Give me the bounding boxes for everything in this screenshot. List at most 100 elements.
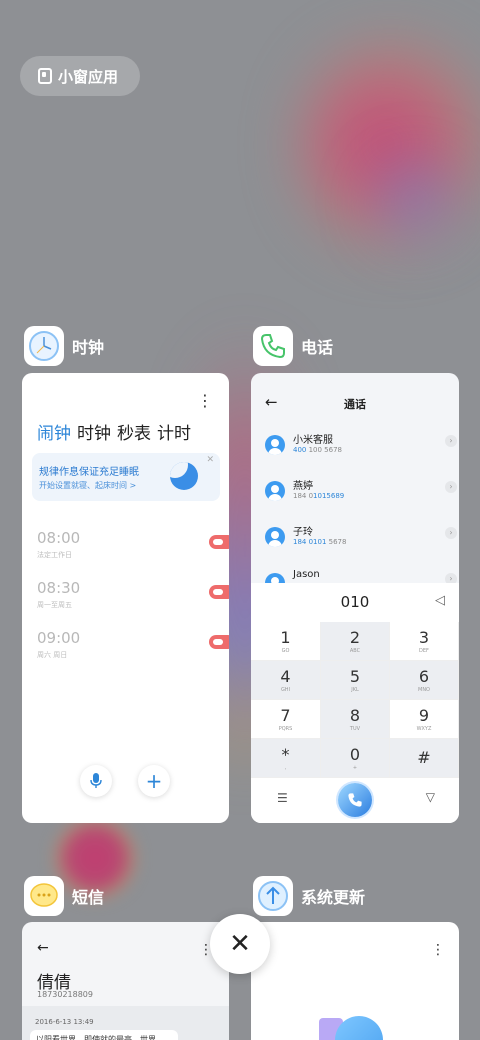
mini-window-button[interactable]: 小窗应用 [20, 56, 140, 96]
dial-key[interactable]: 2 ABC [321, 622, 390, 661]
app-name: 时钟 [72, 338, 105, 357]
dial-key-letters: JKL [351, 687, 359, 693]
app-header-update[interactable]: 系统更新 [253, 876, 365, 916]
dial-key[interactable]: *, [251, 739, 321, 778]
call-button[interactable] [338, 783, 372, 817]
alarm-item[interactable]: 09:00 周六 周日 [37, 629, 229, 660]
alarm-toggle[interactable] [209, 635, 229, 649]
moon-icon [170, 462, 198, 490]
avatar [265, 481, 285, 501]
dial-key[interactable]: # [390, 739, 459, 778]
clock-tabs: 闹钟 时钟 秒表 计时 [37, 419, 191, 444]
dial-key-digit: 0 [349, 745, 361, 764]
dial-key-digit: 9 [418, 706, 430, 725]
alarm-repeat: 周六 周日 [37, 651, 68, 659]
dial-key-letters: WXYZ [416, 726, 432, 732]
chevron-right-icon[interactable]: › [445, 435, 457, 447]
mini-window-label: 小窗应用 [58, 67, 119, 86]
chevron-right-icon[interactable]: › [445, 527, 457, 539]
dial-key-letters: PQRS [278, 726, 293, 732]
contact-number: 400 100 5678 [293, 446, 343, 454]
banner-subtitle: 开始设置就寝、起床时间 > [39, 481, 137, 490]
sleep-banner[interactable]: 规律作息保证充足睡眠 开始设置就寝、起床时间 > ✕ [32, 453, 220, 501]
dial-keys: 1 GO 2 ABC 3 DEF 4 GHI 5 JKL 6 MNO 7 PQRS 8 TUV 9 WXYZ *, 0… [251, 622, 459, 778]
contact-name: 子玲 [293, 527, 313, 538]
dial-key-letters: MNO [418, 687, 430, 693]
app-card-clock[interactable]: ⋮ 闹钟 时钟 秒表 计时 规律作息保证充足睡眠 开始设置就寝、起床时间 > ✕… [22, 373, 229, 823]
clear-all-button[interactable]: ✕ [210, 914, 270, 974]
message-date: 2016-6-13 13:49 [35, 1018, 94, 1026]
tab-stopwatch[interactable]: 秒表 [117, 419, 151, 444]
plus-icon: + [145, 769, 163, 793]
alarm-item[interactable]: 08:30 周一至周五 [37, 579, 229, 610]
page-title: 通话 [344, 398, 366, 411]
chevron-right-icon[interactable]: › [445, 481, 457, 493]
app-card-update[interactable]: ⋮ [251, 922, 459, 1040]
dial-key-letters: GHI [280, 687, 291, 693]
dial-key-digit: 2 [349, 628, 361, 647]
alarm-time: 09:00 [37, 629, 81, 647]
more-icon[interactable]: ⋮ [431, 942, 445, 958]
dial-key-digit: 3 [418, 628, 430, 647]
dial-key-digit: 1 [280, 628, 291, 647]
app-header-phone[interactable]: 电话 [253, 326, 333, 366]
more-icon[interactable]: ⋮ [197, 393, 213, 409]
send-icon[interactable]: ◁ [435, 593, 445, 608]
dial-key[interactable]: 5 JKL [321, 661, 390, 700]
dial-key-digit: 7 [280, 706, 291, 725]
contact-number: 184 0101 5678 [293, 538, 347, 546]
app-card-sms[interactable]: ← ⋮ 倩倩 18730218809 2016-6-13 13:49 以阳看世界… [22, 922, 229, 1040]
banner-title: 规律作息保证充足睡眠 [39, 467, 139, 478]
tab-alarm[interactable]: 闹钟 [37, 419, 71, 444]
phone-app-icon [253, 326, 293, 366]
voice-button[interactable] [80, 765, 112, 797]
contact-row[interactable]: 子玲 184 0101 5678 › [265, 523, 457, 563]
contact-name: 小米客服 [293, 435, 333, 446]
dial-key[interactable]: 7 PQRS [251, 700, 321, 739]
dial-key-digit: 5 [349, 667, 361, 686]
contact-row[interactable]: 小米客服 400 100 5678 › [265, 431, 457, 471]
alarm-repeat: 法定工作日 [37, 551, 72, 559]
close-icon: ✕ [229, 929, 251, 959]
alarm-toggle[interactable] [209, 535, 229, 549]
message-bubble[interactable]: 以阳看世界，即使就的最亮，世界 [30, 1030, 178, 1040]
dial-input[interactable]: 010 [251, 593, 459, 611]
contact-name: 燕婷 [293, 481, 313, 492]
mini-window-icon [38, 68, 52, 84]
alarm-repeat: 周一至周五 [37, 601, 72, 609]
app-name: 电话 [301, 338, 334, 357]
avatar [265, 527, 285, 547]
app-header-clock[interactable]: 时钟 [24, 326, 104, 366]
dial-key[interactable]: 0 + [321, 739, 390, 778]
contact-number: 184 01015689 [293, 492, 345, 500]
dial-key[interactable]: 6 MNO [390, 661, 459, 700]
wallpaper-blur [360, 150, 470, 250]
dial-key-digit: * [281, 745, 290, 764]
alarm-item[interactable]: 08:00 法定工作日 [37, 529, 229, 560]
dial-key-letters: ABC [349, 648, 361, 654]
app-card-phone[interactable]: ← 通话 小米客服 400 100 5678 › 燕婷 184 01015689… [251, 373, 459, 823]
message-thread: 2016-6-13 13:49 以阳看世界，即使就的最亮，世界 [22, 1006, 229, 1040]
menu-icon[interactable]: ☰ [277, 791, 288, 805]
alarm-time: 08:00 [37, 529, 81, 547]
close-icon[interactable]: ✕ [206, 455, 214, 465]
hide-dialpad-icon[interactable]: ▽ [426, 790, 435, 804]
microphone-icon [90, 773, 102, 788]
tab-clock[interactable]: 时钟 [77, 419, 111, 444]
app-name: 系统更新 [301, 888, 366, 907]
message-icon [24, 876, 64, 916]
back-arrow-icon[interactable]: ← [37, 940, 49, 956]
dial-key[interactable]: 3 DEF [390, 622, 459, 661]
dial-key[interactable]: 4 GHI [251, 661, 321, 700]
alarm-toggle[interactable] [209, 585, 229, 599]
add-alarm-button[interactable]: + [138, 765, 170, 797]
tab-timer[interactable]: 计时 [157, 419, 191, 444]
dial-key[interactable]: 9 WXYZ [390, 700, 459, 739]
app-header-sms[interactable]: 短信 [24, 876, 104, 916]
contact-row[interactable]: 燕婷 184 01015689 › [265, 477, 457, 517]
contact-number: 18730218809 [37, 990, 93, 999]
dial-key[interactable]: 8 TUV [321, 700, 390, 739]
dial-actions: ☰ ▽ [251, 778, 459, 823]
dial-key[interactable]: 1 GO [251, 622, 321, 661]
dial-key-digit: 6 [418, 667, 430, 686]
